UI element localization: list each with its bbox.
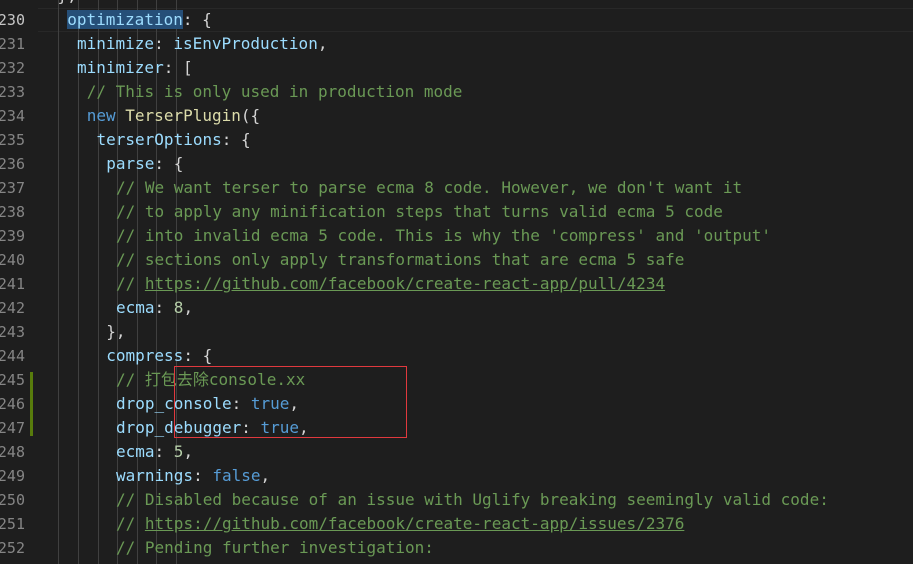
- code-token: //: [116, 514, 145, 533]
- code-token: minimizer: [77, 58, 164, 77]
- code-editor[interactable]: 230 231 232 233 234 235 236 237 238 239 240 241 242 2…: [0, 0, 913, 564]
- code-line[interactable]: // Disabled because of an issue with Ugl…: [116, 488, 829, 512]
- code-token: terserOptions: [96, 130, 222, 149]
- code-line[interactable]: ecma: 5,: [116, 440, 193, 464]
- indent-guide: [78, 0, 79, 564]
- code-line[interactable]: warnings: false,: [116, 464, 270, 488]
- code-token: warnings: [116, 466, 194, 485]
- code-token: : {: [183, 346, 213, 365]
- code-line[interactable]: parse: {: [106, 152, 183, 176]
- code-token[interactable]: https://github.com/facebook/create-react…: [145, 514, 684, 533]
- code-token: TerserPlugin: [125, 106, 241, 125]
- code-line[interactable]: // sections only apply transformations t…: [116, 248, 684, 272]
- code-token: : [: [163, 58, 193, 77]
- code-line[interactable]: },: [58, 0, 77, 8]
- highlight-box: [174, 366, 407, 438]
- code-token: ecma: [116, 442, 155, 461]
- code-token: ,: [317, 34, 328, 53]
- code-token: :: [154, 298, 174, 317]
- code-token: // sections only apply transformations t…: [116, 250, 685, 269]
- code-line[interactable]: // We want terser to parse ecma 8 code. …: [116, 176, 742, 200]
- code-token[interactable]: https://github.com/facebook/create-react…: [145, 274, 665, 293]
- code-line[interactable]: compress: {: [106, 344, 212, 368]
- code-token: parse: [106, 154, 155, 173]
- code-token: :: [154, 442, 174, 461]
- code-token: // This is only used in production mode: [86, 82, 463, 101]
- code-line[interactable]: },: [106, 320, 125, 344]
- code-token: // We want terser to parse ecma 8 code. …: [116, 178, 743, 197]
- code-token: // into invalid ecma 5 code. This is why…: [116, 226, 772, 245]
- code-token: // Disabled because of an issue with Ugl…: [116, 490, 829, 509]
- code-token: ,: [260, 466, 271, 485]
- code-token: ({: [240, 106, 261, 125]
- git-modified-marker: [30, 372, 33, 436]
- code-line[interactable]: // into invalid ecma 5 code. This is why…: [116, 224, 771, 248]
- indent-guide: [58, 0, 59, 564]
- code-token: ,: [183, 442, 194, 461]
- code-token: : {: [154, 154, 184, 173]
- code-line[interactable]: minimizer: [: [77, 56, 193, 80]
- code-token: 5: [173, 442, 184, 461]
- code-token: },: [106, 322, 126, 341]
- code-token: ,: [183, 298, 194, 317]
- code-line[interactable]: minimize: isEnvProduction,: [77, 32, 327, 56]
- code-token: compress: [106, 346, 184, 365]
- code-token: minimize: [77, 34, 155, 53]
- code-line[interactable]: terserOptions: {: [97, 128, 251, 152]
- code-token: },: [58, 0, 77, 5]
- code-token: :: [154, 34, 174, 53]
- code-token: :: [193, 466, 213, 485]
- code-line[interactable]: optimization: {: [67, 8, 212, 32]
- code-token: // to apply any minification steps that …: [116, 202, 723, 221]
- code-line[interactable]: // This is only used in production mode: [87, 80, 463, 104]
- code-line[interactable]: // to apply any minification steps that …: [116, 200, 723, 224]
- code-token: // Pending further investigation:: [116, 538, 434, 557]
- code-line[interactable]: // https://github.com/facebook/create-re…: [116, 272, 665, 296]
- code-token: : {: [221, 130, 251, 149]
- code-token: false: [212, 466, 261, 485]
- code-token: optimization: [67, 10, 183, 29]
- code-token: ecma: [116, 298, 155, 317]
- code-line[interactable]: // https://github.com/facebook/create-re…: [116, 512, 684, 536]
- code-token: //: [116, 274, 145, 293]
- code-token: 8: [173, 298, 184, 317]
- code-line[interactable]: // Pending further investigation:: [116, 536, 434, 560]
- code-line[interactable]: ecma: 8,: [116, 296, 193, 320]
- code-token: : {: [182, 10, 212, 29]
- code-line[interactable]: new TerserPlugin({: [87, 104, 260, 128]
- code-token: new: [86, 106, 126, 125]
- code-token: isEnvProduction: [173, 34, 318, 53]
- code-lines[interactable]: },optimization: {minimize: isEnvProducti…: [0, 0, 913, 564]
